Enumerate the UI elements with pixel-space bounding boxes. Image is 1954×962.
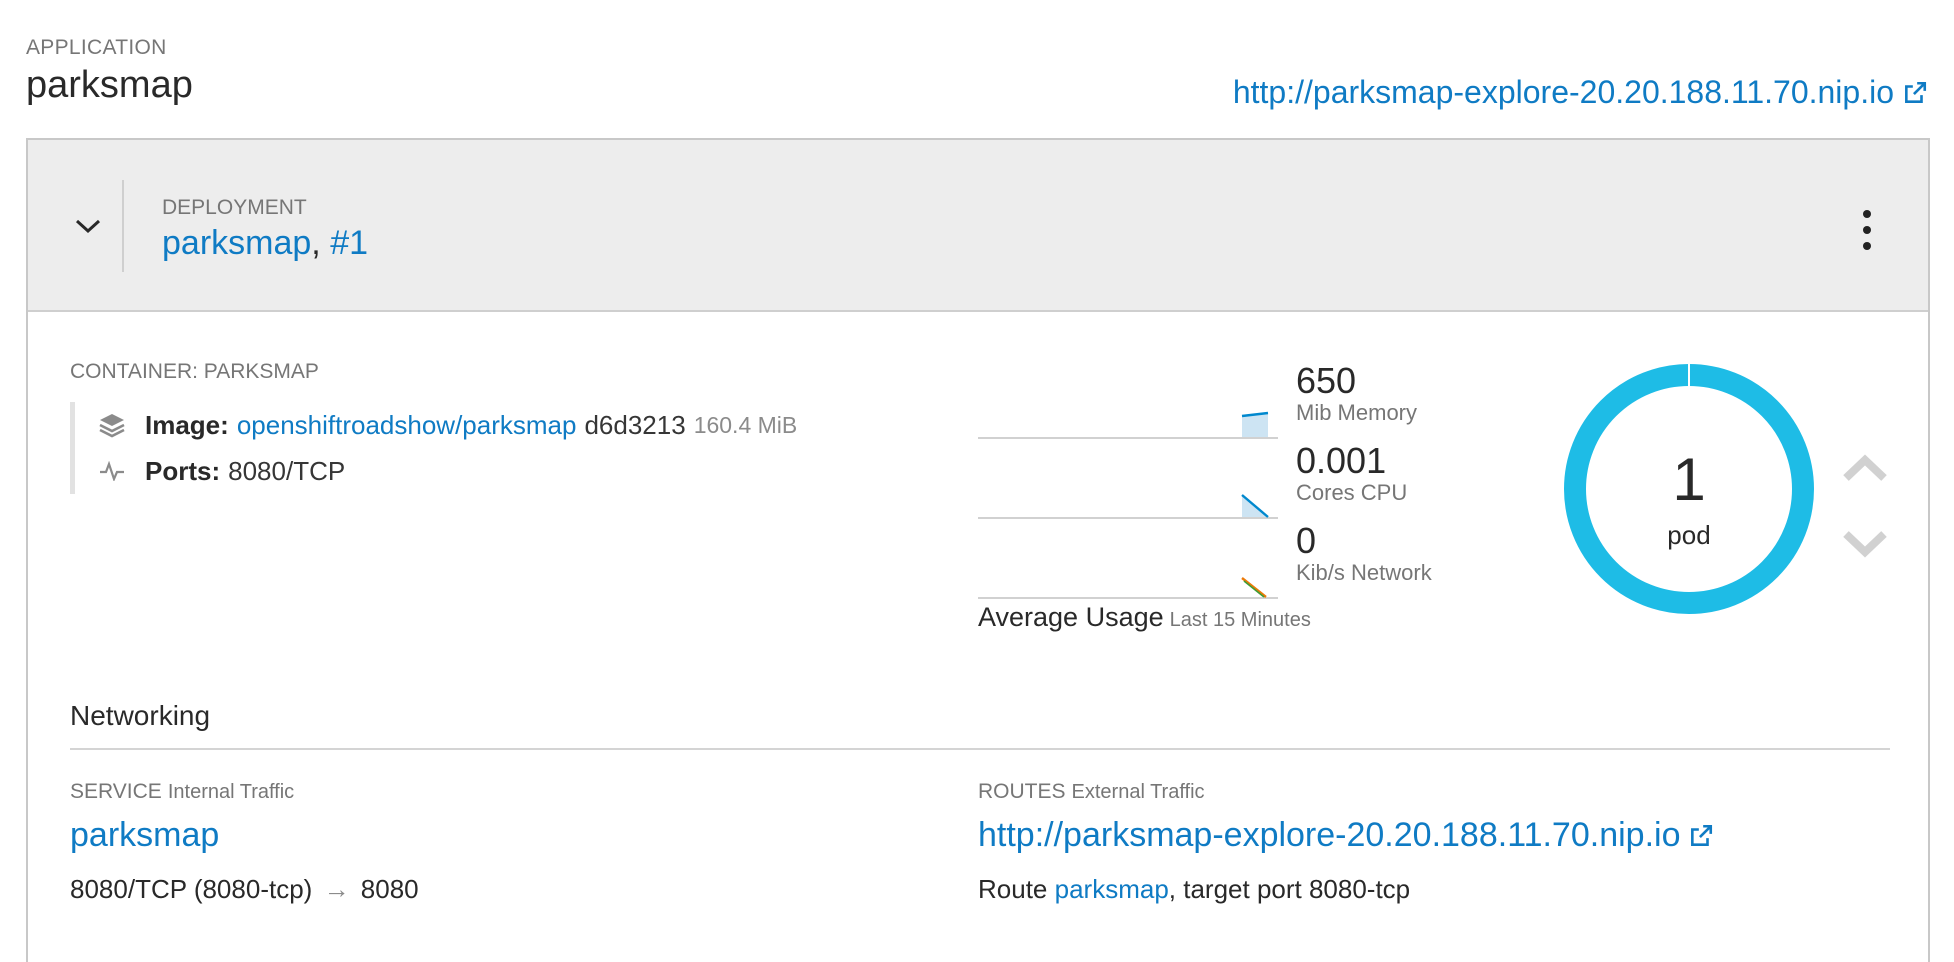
kebab-menu-icon[interactable] [1852,210,1882,250]
image-size: 160.4 MiB [693,411,798,438]
application-route-url[interactable]: http://parksmap-explore-20.20.188.11.70.… [1233,74,1894,111]
service-ports-from: 8080/TCP (8080-tcp) [70,874,313,904]
deployment-panel-header: DEPLOYMENT parksmap, #1 [28,140,1928,312]
pod-label: pod [1667,520,1711,550]
route-url[interactable]: http://parksmap-explore-20.20.188.11.70.… [978,816,1680,855]
image-row: Image: openshiftroadshow/parksmap d6d321… [97,402,830,448]
pod-donut[interactable]: 1 pod [1558,358,1820,620]
header-divider [122,180,124,272]
ports-value: 8080/TCP [228,455,346,486]
memory-sparkline [978,411,1278,439]
deployment-separator: , [311,224,321,262]
routes-kicker-sub: External Traffic [1071,781,1205,803]
service-ports-to: 8080 [360,874,419,904]
application-route-link[interactable]: http://parksmap-explore-20.20.188.11.70.… [1233,74,1928,111]
memory-metric: 650 Mib Memory [978,360,1478,439]
application-header: APPLICATION parksmap http://parksmap-exp… [26,36,1928,126]
deployment-revision-link[interactable]: #1 [330,224,368,262]
external-link-icon [1905,81,1927,103]
routes-kicker: ROUTES External Traffic [978,780,1205,804]
image-label: Image: [145,409,229,440]
average-usage-range: Last 15 Minutes [1169,609,1311,631]
kebab-dot [1863,226,1871,234]
network-metric: 0 Kib/s Network [978,520,1478,599]
kebab-dot [1863,210,1871,218]
memory-value: 650 [1296,360,1357,401]
networking-title: Networking [70,700,211,731]
container-kicker: CONTAINER: PARKSMAP [70,360,319,383]
ports-row: Ports: 8080/TCP [97,448,830,494]
route-name-link[interactable]: parksmap [1055,874,1169,904]
ports-label: Ports: [145,455,221,486]
external-link-icon [1691,824,1713,846]
memory-label: Mib Memory [1296,400,1418,425]
route-suffix: , target port 8080-tcp [1168,874,1411,904]
image-sha: d6d3213 [584,409,686,440]
deployment-kicker: DEPLOYMENT [162,196,307,219]
average-usage-label: Average Usage [978,602,1164,632]
route-description: Route parksmap, target port 8080-tcp [978,874,1410,905]
route-url-link[interactable]: http://parksmap-explore-20.20.188.11.70.… [978,816,1714,855]
layers-icon [97,412,127,438]
arrow-right-icon: → [323,874,350,904]
chevron-down-icon [1843,531,1887,558]
service-ports: 8080/TCP (8080-tcp) → 8080 [70,874,419,905]
cpu-metric: 0.001 Cores CPU [978,440,1478,519]
service-kicker-sub: Internal Traffic [167,781,295,803]
deployment-title: parksmap, #1 [162,224,368,263]
service-kicker: SERVICE Internal Traffic [70,780,294,804]
routes-kicker-label: ROUTES [978,780,1066,803]
service-kicker-label: SERVICE [70,780,162,803]
activity-icon [97,461,127,481]
networking-divider [70,748,1890,750]
deployment-panel: DEPLOYMENT parksmap, #1 CONTAINER: PARKS… [26,138,1930,962]
collapse-toggle-button[interactable] [68,206,108,246]
network-label: Kib/s Network [1296,560,1432,585]
scale-up-button[interactable] [1840,448,1890,488]
chevron-up-icon [1843,454,1887,481]
cpu-label: Cores CPU [1296,480,1408,505]
service-name-link[interactable]: parksmap [70,816,219,855]
image-name-link[interactable]: openshiftroadshow/parksmap [237,410,577,441]
average-usage: Average Usage Last 15 Minutes [978,602,1311,633]
network-sparkline [978,577,1278,599]
network-value: 0 [1296,520,1317,561]
scale-down-button[interactable] [1840,524,1890,564]
deployment-name-link[interactable]: parksmap [162,224,311,262]
cpu-value: 0.001 [1296,440,1387,481]
application-kicker: APPLICATION [26,36,167,59]
cpu-sparkline [978,494,1278,519]
chevron-down-icon [75,219,101,234]
container-details: Image: openshiftroadshow/parksmap d6d321… [70,402,830,494]
pod-count: 1 [1672,446,1706,513]
route-prefix: Route [978,874,1048,904]
kebab-dot [1863,242,1871,250]
metrics-panel: 650 Mib Memory 0.001 Cores CPU 0 Kib/s N… [978,360,1498,620]
